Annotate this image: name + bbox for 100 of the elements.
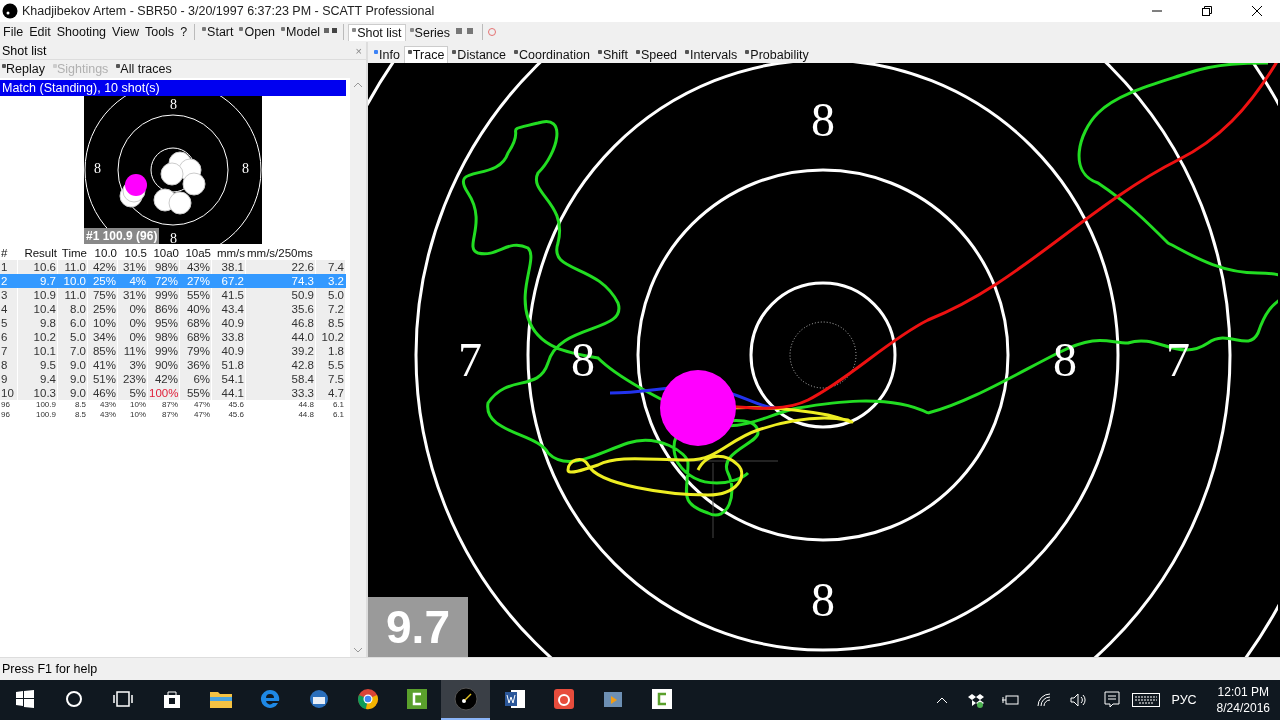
menu-item[interactable]: Edit <box>26 25 54 39</box>
column-header[interactable]: Result <box>18 246 58 260</box>
table-cell: 41.5 <box>212 288 246 302</box>
table-cell: 31% <box>118 260 148 274</box>
table-cell: 9 <box>0 372 18 386</box>
table-cell-text: 67.2 <box>220 274 245 288</box>
clock-time[interactable]: 12:01 PM <box>1217 684 1269 700</box>
window-title: Khadjibekov Artem - SBR50 - 3/20/1997 6:37:23 PM - SCATT Professional <box>22 4 436 18</box>
table-cell: 40.9 <box>212 316 246 330</box>
table-cell: 68% <box>180 316 212 330</box>
column-header[interactable]: Time <box>58 246 88 260</box>
table-cell: 11% <box>118 344 148 358</box>
table-cell: 55% <box>180 288 212 302</box>
table-cell-text: 3.2 <box>327 274 345 288</box>
analysis-tab[interactable]: Probability <box>741 46 813 63</box>
view-tab[interactable]: Series <box>405 23 455 41</box>
analysis-tab[interactable]: Coordination <box>510 46 594 63</box>
table-cell: 5% <box>118 386 148 400</box>
ring-number: 8 <box>811 96 835 144</box>
table-row[interactable]: 96 100.9 8.5 43% 10% 87% 47% 45.6 44.8 6.1 <box>0 410 346 420</box>
table-cell: 9.0 <box>58 386 88 400</box>
table-row[interactable]: 7 10.1 7.0 85% 11% 99% 79% 40.9 39.2 1.8 <box>0 344 346 358</box>
table-cell: 100% <box>148 386 180 400</box>
windows-icon <box>15 690 34 708</box>
table-cell: 25% <box>88 302 118 316</box>
action-button[interactable]: Replay <box>0 62 47 76</box>
table-cell: 10.6 <box>18 260 58 274</box>
menu-item[interactable]: Tools <box>141 25 178 39</box>
table-cell: 7.4 <box>316 260 346 274</box>
analysis-tab[interactable]: Info <box>370 46 404 63</box>
table-cell: 99% <box>148 344 180 358</box>
table-cell: 42% <box>148 372 180 386</box>
table-cell: 0% <box>118 316 148 330</box>
table-cell: 11.0 <box>58 260 88 274</box>
panel-title: Shot list <box>2 43 47 58</box>
table-cell: 36% <box>180 358 212 372</box>
menu-item[interactable]: Shooting <box>53 25 110 39</box>
table-row[interactable]: 8 9.5 9.0 41% 3% 90% 36% 51.8 42.8 5.5 <box>0 358 346 372</box>
table-cell: 10.4 <box>18 302 58 316</box>
table-cell: 10 <box>0 386 18 400</box>
table-cell: 46% <box>88 386 118 400</box>
score-display: 9.7 <box>368 597 468 657</box>
action-button[interactable]: All traces <box>114 62 174 76</box>
analysis-tab[interactable]: Speed <box>631 46 682 63</box>
table-cell: 7 <box>0 344 18 358</box>
table-cell: 51% <box>88 372 118 386</box>
column-header[interactable]: 10a5 <box>180 246 212 260</box>
column-header[interactable]: # <box>0 246 18 260</box>
table-cell: 5.5 <box>316 358 346 372</box>
column-header[interactable]: 10.5 <box>118 246 148 260</box>
table-cell: 0% <box>118 330 148 344</box>
column-header[interactable]: 10a0 <box>148 246 180 260</box>
toolbar-button[interactable]: Model <box>278 25 324 39</box>
table-cell: 0% <box>118 302 148 316</box>
table-cell: 38.1 <box>212 260 246 274</box>
table-cell: 44.1 <box>212 386 246 400</box>
group-row[interactable]: Match (Standing), 10 shot(s) <box>0 80 346 96</box>
table-cell: 11.0 <box>58 288 88 302</box>
table-cell: 40% <box>180 302 212 316</box>
restore-icon <box>1202 6 1212 16</box>
table-cell: 22.6 <box>246 260 316 274</box>
mail-icon <box>307 688 330 710</box>
toolbar-button[interactable]: Open <box>236 25 279 39</box>
taskbar-app[interactable] <box>441 680 490 720</box>
table-cell: 5 <box>0 316 18 330</box>
app-icon <box>405 688 428 710</box>
table-cell: 9.4 <box>18 372 58 386</box>
analysis-tab[interactable]: Intervals <box>681 46 742 63</box>
analysis-tab[interactable]: Trace <box>403 46 449 63</box>
circle-icon <box>64 690 83 708</box>
table-cell: 10.1 <box>18 344 58 358</box>
target-icon <box>453 687 478 711</box>
table-row[interactable]: 5 9.8 6.0 10% 0% 95% 68% 40.9 46.8 8.5 <box>0 316 346 330</box>
browser-icon <box>258 688 281 710</box>
table-row[interactable]: 9 9.4 9.0 51% 23% 42% 6% 54.1 58.4 7.5 <box>0 372 346 386</box>
column-header[interactable]: 10.0 <box>88 246 118 260</box>
analysis-tab[interactable]: Shift <box>593 46 632 63</box>
menu-item[interactable]: File <box>0 25 27 39</box>
column-header[interactable]: mm/s <box>212 246 246 260</box>
clock-date[interactable]: 8/24/2016 <box>1216 700 1270 716</box>
toolbar-button[interactable]: Start <box>199 25 237 39</box>
table-row[interactable]: 3 10.9 11.0 75% 31% 99% 55% 41.5 50.9 5.0 <box>0 288 346 302</box>
table-row[interactable]: 6 10.2 5.0 34% 0% 98% 68% 33.8 44.0 10.2 <box>0 330 346 344</box>
table-row[interactable]: 10 10.3 9.0 46% 5% 100% 55% 44.1 33.3 4.7 <box>0 386 346 400</box>
bag-icon <box>161 689 182 709</box>
language-indicator[interactable]: РУС <box>1163 693 1205 707</box>
analysis-tab[interactable]: Distance <box>448 46 510 63</box>
table-cell: 43.4 <box>212 302 246 316</box>
column-header[interactable]: mm/s/250ms <box>246 246 316 260</box>
table-cell: 46.8 <box>246 316 316 330</box>
table-cell: 42% <box>88 260 118 274</box>
task-view-icon <box>112 691 133 707</box>
menu-item[interactable]: ? <box>177 25 191 39</box>
document-icon <box>503 688 526 710</box>
view-tab[interactable]: Shot list <box>348 23 406 41</box>
table-row[interactable]: 1 10.6 11.0 42% 31% 98% 43% 38.1 22.6 7.4 <box>0 260 346 274</box>
table-row[interactable]: 4 10.4 8.0 25% 0% 86% 40% 43.4 35.6 7.2 <box>0 302 346 316</box>
table-cell-text: 74.3 <box>290 274 315 288</box>
menu-item[interactable]: View <box>109 25 142 39</box>
table-cell: 7.5 <box>316 372 346 386</box>
